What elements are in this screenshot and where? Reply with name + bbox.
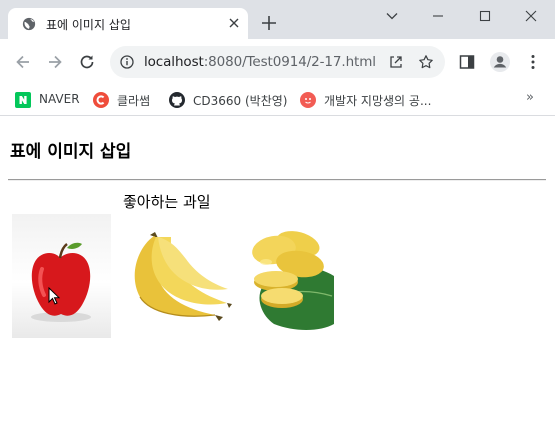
page-content: 표에 이미지 삽입 좋아하는 과일 <box>0 117 555 447</box>
tab-search-button[interactable] <box>369 0 415 32</box>
bookmark-label: 개발자 지망생의 공... <box>324 94 432 108</box>
apple-illustration <box>31 242 91 322</box>
bookmark-label: NAVER <box>39 92 80 106</box>
table-caption: 좋아하는 과일 <box>123 193 211 211</box>
close-icon <box>525 10 537 22</box>
minimize-button[interactable] <box>415 0 461 32</box>
caret-down-icon <box>386 13 398 20</box>
info-icon[interactable] <box>120 55 134 69</box>
url-host: localhost <box>144 54 204 70</box>
globe-icon <box>22 17 36 31</box>
reload-icon[interactable] <box>77 52 97 72</box>
banana-image <box>120 227 233 323</box>
toolbar: localhost:8080/Test0914/2-17.html <box>0 39 555 84</box>
menu-icon[interactable] <box>524 53 542 71</box>
maximize-button[interactable] <box>462 0 508 32</box>
maximize-icon <box>479 10 491 22</box>
tab-title: 표에 이미지 삽입 <box>46 18 131 32</box>
bookmark-label: CD3660 (박찬영) <box>193 94 288 108</box>
minimize-icon <box>433 15 443 17</box>
side-panel-icon[interactable] <box>458 53 476 71</box>
bookmarks-bar: NAVER 클라썸 CD3660 (박찬영) 개발자 지망생의 공... » <box>0 84 555 116</box>
browser-tab[interactable]: 표에 이미지 삽입 <box>8 8 248 39</box>
new-tab-plus-icon[interactable] <box>259 13 279 33</box>
banana-illustration <box>134 232 232 321</box>
tab-strip: 표에 이미지 삽입 <box>0 0 555 39</box>
horizontal-rule <box>8 179 546 181</box>
bookmark-label: 클라썸 <box>117 94 151 108</box>
close-icon[interactable] <box>227 16 241 30</box>
window-close-button[interactable] <box>508 0 554 32</box>
url-path: :8080/Test0914/2-17.html <box>203 54 376 70</box>
share-icon[interactable] <box>388 54 404 70</box>
apple-image <box>12 214 111 338</box>
naver-icon <box>15 92 31 108</box>
blog-icon <box>300 92 316 108</box>
github-icon <box>169 92 185 108</box>
classum-icon <box>93 92 109 108</box>
address-bar[interactable]: localhost:8080/Test0914/2-17.html <box>110 46 445 78</box>
mouse-cursor-icon <box>48 287 60 305</box>
star-icon[interactable] <box>418 54 434 70</box>
profile-icon[interactable] <box>489 51 511 73</box>
mango-image <box>244 224 334 332</box>
back-icon[interactable] <box>13 52 33 72</box>
mango-illustration <box>252 231 334 330</box>
forward-icon[interactable] <box>45 52 65 72</box>
url-text[interactable]: localhost:8080/Test0914/2-17.html <box>144 54 376 70</box>
bookmarks-overflow-button[interactable]: » <box>526 90 534 105</box>
page-title: 표에 이미지 삽입 <box>10 142 132 162</box>
